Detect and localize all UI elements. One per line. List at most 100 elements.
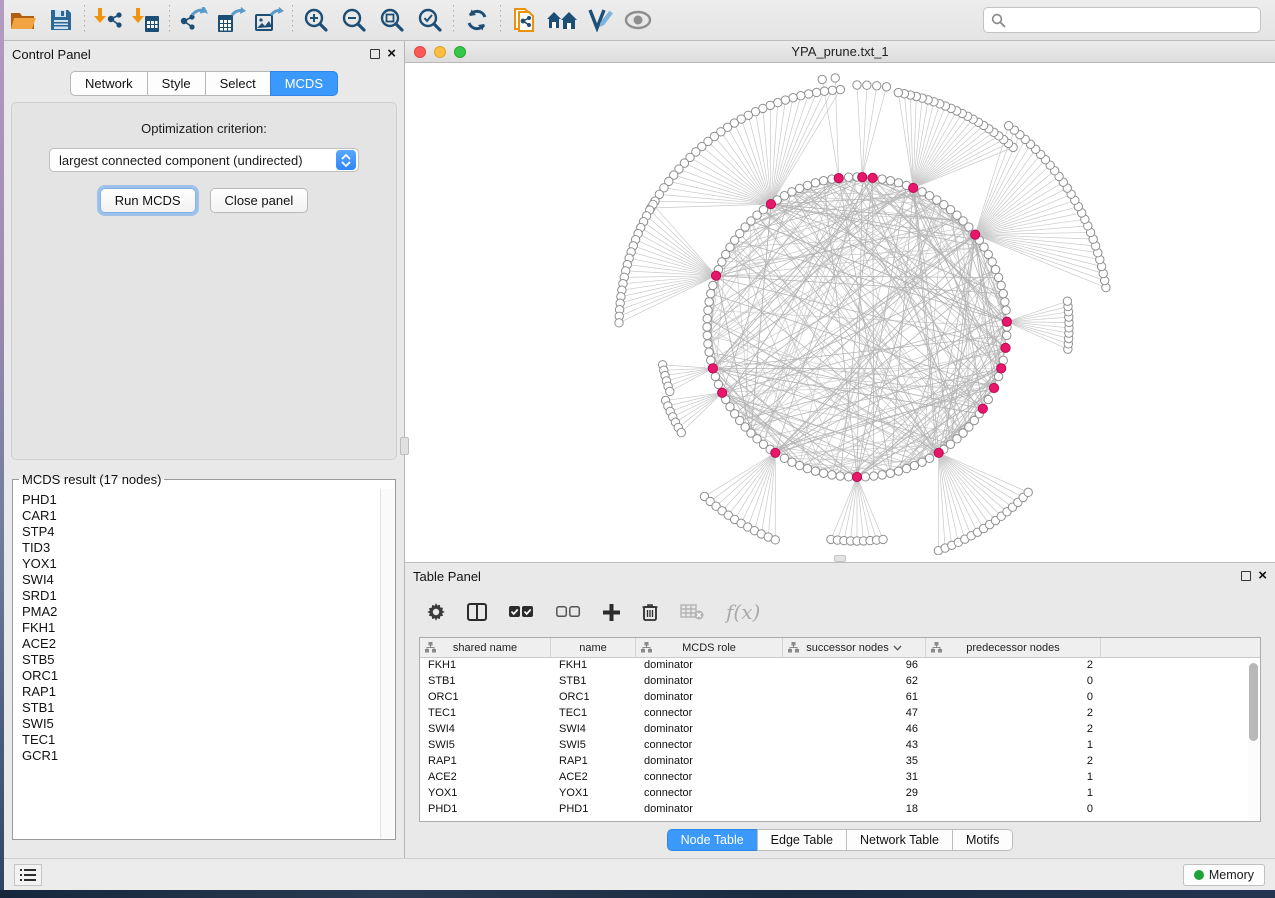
- import-table-icon[interactable]: [127, 3, 165, 37]
- run-mcds-button[interactable]: Run MCDS: [100, 188, 196, 213]
- table-row[interactable]: RAP1RAP1dominator352: [420, 754, 1260, 770]
- clone-network-icon[interactable]: [505, 3, 543, 37]
- result-node[interactable]: SWI4: [22, 572, 380, 588]
- column-header[interactable]: shared name: [420, 638, 551, 657]
- search-input[interactable]: [1010, 9, 1260, 31]
- add-column-icon[interactable]: [603, 604, 620, 621]
- table-row[interactable]: TEC1TEC1connector472: [420, 706, 1260, 722]
- result-node[interactable]: TEC1: [22, 732, 380, 748]
- table-cell: connector: [636, 770, 783, 786]
- close-table-panel-icon[interactable]: ×: [1258, 571, 1267, 581]
- table-options-gear-icon[interactable]: [427, 603, 445, 621]
- result-node[interactable]: PHD1: [22, 492, 380, 508]
- memory-button[interactable]: Memory: [1183, 864, 1265, 886]
- column-header[interactable]: predecessor nodes: [926, 638, 1101, 657]
- search-field[interactable]: [983, 7, 1261, 33]
- table-scrollbar-thumb[interactable]: [1249, 663, 1258, 741]
- column-header[interactable]: successor nodes: [783, 638, 926, 657]
- result-node[interactable]: ACE2: [22, 636, 380, 652]
- vertical-splitter-handle[interactable]: [400, 437, 409, 455]
- export-network-icon[interactable]: [174, 3, 212, 37]
- panel-mode-icon[interactable]: [467, 603, 487, 621]
- export-table-icon[interactable]: [212, 3, 250, 37]
- result-node[interactable]: STP4: [22, 524, 380, 540]
- refresh-icon[interactable]: [458, 3, 496, 37]
- table-cell: 2: [926, 706, 1101, 722]
- table-row[interactable]: ORC1ORC1dominator610: [420, 690, 1260, 706]
- toolbar-separator: [453, 5, 454, 35]
- close-panel-icon[interactable]: ×: [387, 49, 396, 59]
- table-cell: dominator: [636, 674, 783, 690]
- table-row[interactable]: FKH1FKH1dominator962: [420, 658, 1260, 674]
- delete-column-trash-icon[interactable]: [642, 603, 658, 621]
- result-node[interactable]: RAP1: [22, 684, 380, 700]
- table-row[interactable]: YOX1YOX1connector291: [420, 786, 1260, 802]
- tab-select[interactable]: Select: [205, 71, 270, 96]
- task-history-button[interactable]: [14, 864, 42, 886]
- table-panel: Table Panel ×: [405, 562, 1275, 858]
- table-row[interactable]: SWI4SWI4dominator462: [420, 722, 1260, 738]
- table-row[interactable]: PHD1PHD1dominator180: [420, 802, 1260, 818]
- zoom-out-icon[interactable]: [335, 3, 373, 37]
- tab-style[interactable]: Style: [147, 71, 205, 96]
- optimization-criterion-label: Optimization criterion:: [12, 121, 396, 136]
- result-node[interactable]: TID3: [22, 540, 380, 556]
- result-node[interactable]: GCR1: [22, 748, 380, 764]
- select-all-icon[interactable]: [509, 606, 534, 619]
- result-node[interactable]: YOX1: [22, 556, 380, 572]
- memory-status-icon: [1194, 870, 1204, 880]
- table-cell: connector: [636, 786, 783, 802]
- shared-column-icon: [788, 642, 799, 653]
- zoom-fit-icon[interactable]: [373, 3, 411, 37]
- result-node[interactable]: FKH1: [22, 620, 380, 636]
- table-row[interactable]: ACE2ACE2connector311: [420, 770, 1260, 786]
- tab-edge-table[interactable]: Edge Table: [757, 829, 846, 851]
- main-toolbar: [4, 0, 1275, 41]
- result-node[interactable]: STB1: [22, 700, 380, 716]
- close-panel-button[interactable]: Close panel: [210, 188, 309, 213]
- open-session-icon[interactable]: [4, 3, 42, 37]
- result-node[interactable]: CAR1: [22, 508, 380, 524]
- show-all-houses-icon[interactable]: [543, 3, 581, 37]
- hide-selected-eye-icon[interactable]: [619, 3, 657, 37]
- result-node[interactable]: PMA2: [22, 604, 380, 620]
- tab-network-table[interactable]: Network Table: [846, 829, 952, 851]
- apply-style-icon[interactable]: [581, 3, 619, 37]
- deselect-all-icon[interactable]: [556, 606, 581, 619]
- table-row[interactable]: SWI5SWI5connector431: [420, 738, 1260, 754]
- result-node[interactable]: STB5: [22, 652, 380, 668]
- tab-network[interactable]: Network: [70, 71, 147, 96]
- float-table-panel-icon[interactable]: [1241, 571, 1251, 581]
- tab-motifs[interactable]: Motifs: [952, 829, 1013, 851]
- table-row[interactable]: STB1STB1dominator620: [420, 674, 1260, 690]
- column-header[interactable]: MCDS role: [636, 638, 783, 657]
- mcds-tab-content: Optimization criterion: largest connecte…: [11, 102, 397, 460]
- float-panel-icon[interactable]: [370, 49, 380, 59]
- tab-node-table[interactable]: Node Table: [667, 829, 757, 851]
- shared-column-icon: [425, 642, 436, 653]
- horizontal-splitter-handle[interactable]: [834, 555, 846, 562]
- table-scrollbar[interactable]: [1248, 660, 1259, 820]
- mcds-result-list[interactable]: PHD1CAR1STP4TID3YOX1SWI4SRD1PMA2FKH1ACE2…: [14, 489, 380, 838]
- save-session-icon[interactable]: [42, 3, 80, 37]
- column-header[interactable]: name: [551, 638, 636, 657]
- zoom-selected-icon[interactable]: [411, 3, 449, 37]
- table-cell: dominator: [636, 802, 783, 818]
- import-network-icon[interactable]: [89, 3, 127, 37]
- result-node[interactable]: ORC1: [22, 668, 380, 684]
- criterion-dropdown[interactable]: largest connected component (undirected): [49, 148, 359, 172]
- status-bar: Memory: [4, 858, 1275, 890]
- network-graph[interactable]: [405, 63, 1272, 555]
- mcds-result-scrollbar[interactable]: [380, 489, 394, 838]
- zoom-in-icon[interactable]: [297, 3, 335, 37]
- column-label: MCDS role: [682, 642, 736, 654]
- dropdown-stepper-icon: [336, 150, 356, 170]
- network-canvas[interactable]: [405, 63, 1275, 562]
- result-node[interactable]: SWI5: [22, 716, 380, 732]
- table-cell: 0: [926, 802, 1101, 818]
- tab-mcds[interactable]: MCDS: [270, 71, 338, 96]
- memory-label: Memory: [1209, 868, 1254, 882]
- sort-desc-icon: [893, 645, 902, 651]
- result-node[interactable]: SRD1: [22, 588, 380, 604]
- export-image-icon[interactable]: [250, 3, 288, 37]
